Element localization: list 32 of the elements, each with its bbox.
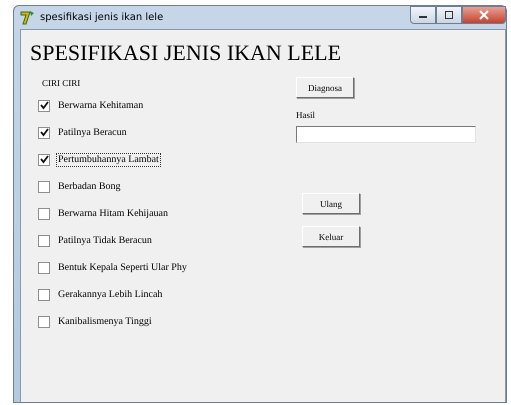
close-icon <box>478 10 490 20</box>
result-field[interactable] <box>296 126 476 143</box>
checkbox[interactable] <box>38 100 50 112</box>
checkbox-label[interactable]: Kanibalismenya Tinggi <box>56 314 154 328</box>
checkbox[interactable] <box>38 262 50 274</box>
checkbox[interactable] <box>38 154 50 166</box>
maximize-button[interactable] <box>436 6 462 24</box>
checkbox[interactable] <box>38 208 50 220</box>
result-label: Hasil <box>296 110 316 120</box>
group-label: CIRI CIRI <box>42 77 82 89</box>
window-title: spesifikasi jenis ikan lele <box>40 12 164 23</box>
checkbox-label[interactable]: Berwarna Hitam Kehijauan <box>56 206 170 220</box>
checkbox-label[interactable]: Patilnya Beracun <box>56 126 129 140</box>
checkbox-label[interactable]: Berbadan Bong <box>56 180 122 194</box>
diagnose-button[interactable]: Diagnosa <box>296 77 354 98</box>
checkbox-label[interactable]: Pertumbuhannya Lambat <box>56 152 161 166</box>
checkbox[interactable] <box>38 234 50 246</box>
maximize-icon <box>444 11 454 19</box>
checkbox[interactable] <box>38 126 50 138</box>
close-button[interactable] <box>462 6 506 24</box>
checkbox-label[interactable]: Berwarna Kehitaman <box>56 98 146 112</box>
action-button[interactable]: Keluar <box>302 226 360 247</box>
action-button[interactable]: Ulang <box>302 193 360 214</box>
checkbox[interactable] <box>38 316 50 328</box>
checkbox-label[interactable]: Gerakannya Lebih Lincah <box>56 288 164 302</box>
checkbox-label[interactable]: Patilnya Tidak Beracun <box>56 234 154 248</box>
checkbox[interactable] <box>38 180 50 192</box>
checkbox[interactable] <box>38 288 50 300</box>
app-icon <box>20 10 36 26</box>
form-heading: SPESIFIKASI JENIS IKAN LELE <box>30 39 342 67</box>
minimize-button[interactable] <box>410 6 436 24</box>
checkbox-label[interactable]: Bentuk Kepala Seperti Ular Phy <box>56 260 189 274</box>
